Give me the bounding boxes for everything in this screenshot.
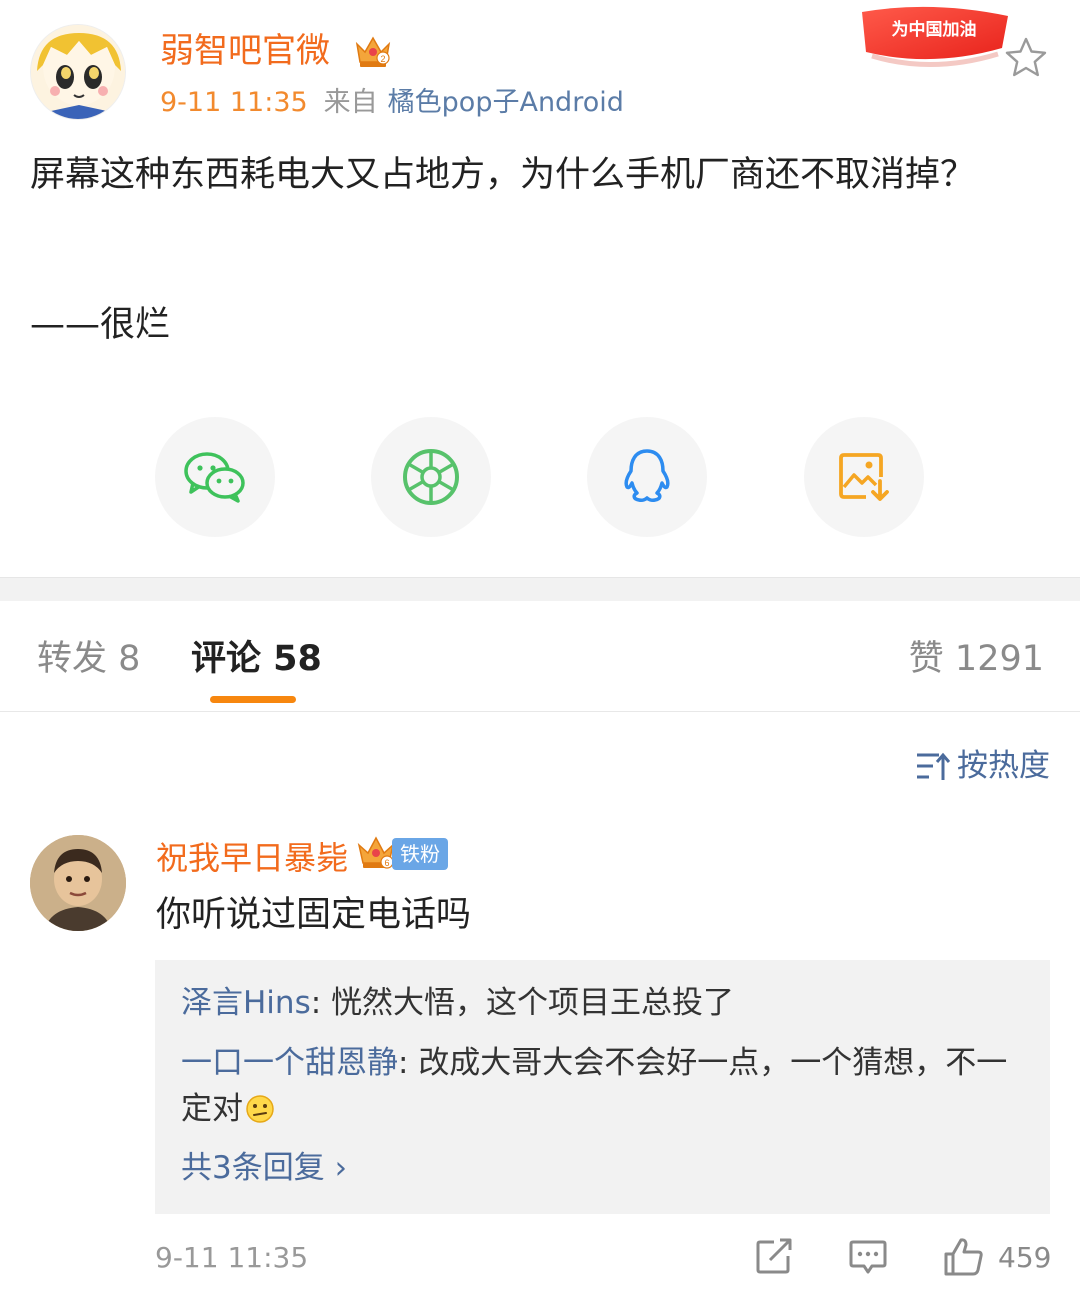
wechat-icon bbox=[184, 452, 245, 503]
comment-like-count: 459 bbox=[998, 1241, 1052, 1274]
comment-text: 你听说过固定电话吗 bbox=[156, 895, 472, 935]
commenter-avatar[interactable] bbox=[30, 835, 126, 931]
reply-author[interactable]: 泽言Hins bbox=[181, 985, 311, 1021]
svg-text:6: 6 bbox=[384, 858, 389, 868]
crown-vip-icon: 6 bbox=[357, 836, 395, 869]
moments-icon bbox=[403, 449, 459, 505]
tab-likes[interactable]: 赞 1291 bbox=[909, 634, 1044, 684]
share-moments-button[interactable] bbox=[371, 417, 491, 537]
reply-author[interactable]: 一口一个甜恩静 bbox=[181, 1045, 398, 1081]
post-time: 9-11 11:35 bbox=[160, 87, 308, 118]
post-signature: ——很烂 bbox=[30, 305, 171, 345]
qq-icon bbox=[624, 449, 670, 502]
tab-repost[interactable]: 转发 8 bbox=[37, 634, 140, 684]
post-source[interactable]: 橘色pop子Android bbox=[388, 87, 624, 118]
section-separator bbox=[0, 577, 1080, 601]
commenter-name[interactable]: 祝我早日暴毙 bbox=[156, 836, 348, 880]
save-image-icon bbox=[839, 453, 889, 501]
crown-vip-icon: 2 bbox=[355, 36, 391, 67]
event-badge[interactable]: 为中国加油 bbox=[852, 4, 1014, 74]
reply-text: 恍然大悟，这个项目王总投了 bbox=[331, 985, 735, 1021]
author-avatar[interactable] bbox=[30, 24, 126, 120]
reply-item: 泽言Hins: 恍然大悟，这个项目王总投了 bbox=[181, 985, 735, 1021]
post-text: 屏幕这种东西耗电大又占地方，为什么手机厂商还不取消掉？ bbox=[30, 155, 976, 195]
share-qq-button[interactable] bbox=[587, 417, 707, 537]
event-badge-text: 为中国加油 bbox=[892, 19, 977, 40]
comment-time: 9-11 11:35 bbox=[155, 1241, 309, 1274]
view-more-replies-link[interactable]: 共3条回复 › bbox=[181, 1146, 347, 1190]
tabs-divider bbox=[0, 711, 1080, 712]
author-name[interactable]: 弱智吧官微 bbox=[160, 28, 330, 74]
sort-by-hot-button[interactable]: 按热度 bbox=[915, 744, 1050, 788]
svg-text:2: 2 bbox=[380, 54, 385, 64]
post-meta: 9-11 11:35 来自 橘色pop子Android bbox=[160, 84, 624, 122]
sort-icon bbox=[917, 752, 951, 780]
from-label: 来自 bbox=[323, 87, 378, 118]
comment-icon[interactable] bbox=[848, 1236, 888, 1276]
thinking-emoji-icon bbox=[246, 1095, 274, 1123]
like-icon[interactable] bbox=[942, 1236, 986, 1278]
replies-box[interactable]: 泽言Hins: 恍然大悟，这个项目王总投了 一口一个甜恩静: 改成大哥大会不会好… bbox=[155, 960, 1050, 1214]
share-save-image-button[interactable] bbox=[804, 417, 924, 537]
star-icon[interactable] bbox=[1004, 36, 1048, 78]
reply-item: 一口一个甜恩静: 改成大哥大会不会好一点，一个猜想，不一定对 bbox=[181, 1045, 1008, 1127]
sort-label: 按热度 bbox=[957, 748, 1050, 784]
active-tab-indicator bbox=[210, 696, 296, 703]
share-wechat-button[interactable] bbox=[155, 417, 275, 537]
tab-comments[interactable]: 评论 58 bbox=[191, 634, 322, 684]
fan-badge: 铁粉 bbox=[392, 838, 448, 870]
repost-icon[interactable] bbox=[754, 1236, 794, 1276]
